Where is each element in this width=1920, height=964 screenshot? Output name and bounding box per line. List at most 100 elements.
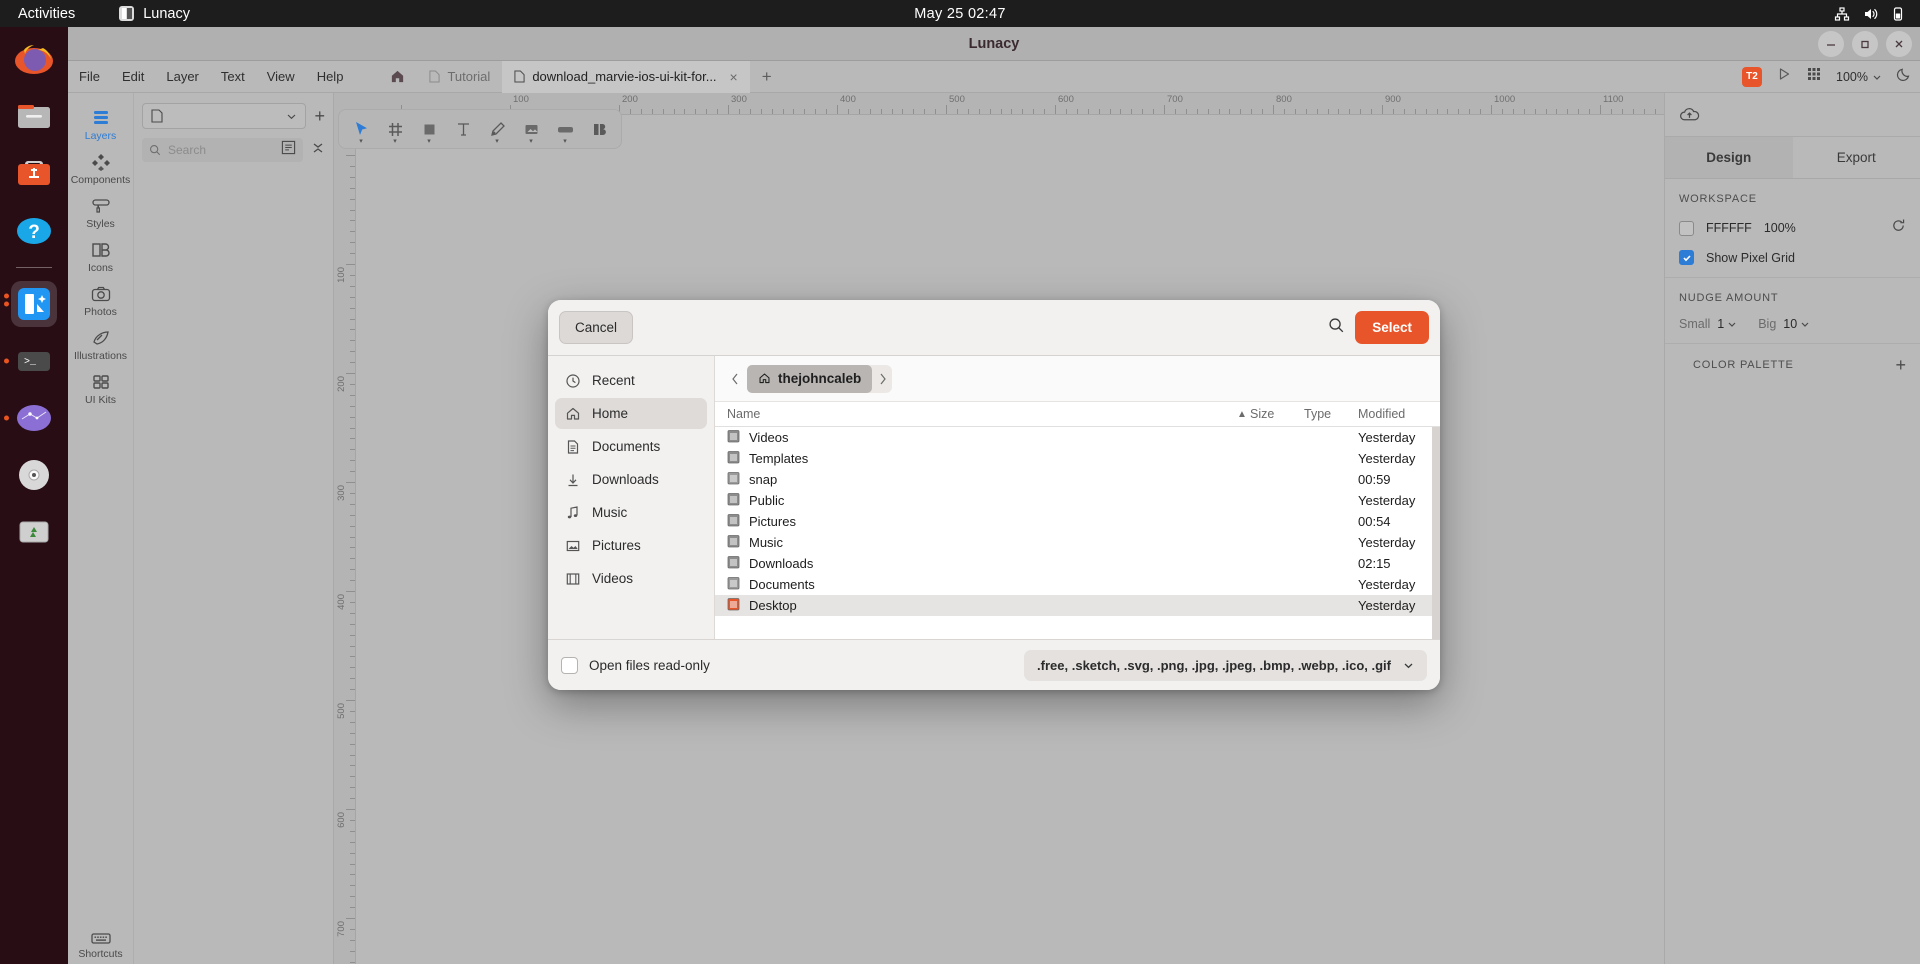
cloud-upload-button[interactable]	[1665, 93, 1920, 137]
refresh-icon[interactable]	[1891, 218, 1906, 238]
select-tool[interactable]: ▾	[347, 114, 375, 144]
sidebar-item-photos[interactable]: Photos	[70, 279, 132, 322]
sidebar-item-components[interactable]: Components	[70, 147, 132, 190]
places-item-home[interactable]: Home	[555, 398, 707, 429]
frame-tool[interactable]: ▾	[381, 114, 409, 144]
sidebar-item-layers[interactable]: Layers	[70, 103, 132, 146]
nudge-big-stepper[interactable]: 10	[1783, 317, 1810, 331]
menu-layer[interactable]: Layer	[155, 61, 210, 93]
sidebar-item-shortcuts[interactable]: Shortcuts	[70, 925, 132, 964]
shape-tool[interactable]: ▾	[415, 114, 443, 144]
vertical-scrollbar[interactable]	[1432, 427, 1440, 639]
file-list[interactable]: VideosYesterdayTemplatesYesterdaysnap00:…	[715, 427, 1440, 639]
select-button[interactable]: Select	[1355, 311, 1429, 344]
table-row[interactable]: snap00:59	[715, 469, 1440, 490]
breadcrumb-item-home[interactable]: thejohncaleb	[747, 365, 872, 393]
ruler-tick	[350, 286, 355, 287]
dock-item-lunacy[interactable]	[11, 281, 57, 327]
document-tab-tutorial[interactable]: Tutorial	[417, 61, 502, 93]
apps-grid-icon[interactable]	[1806, 66, 1822, 87]
menu-edit[interactable]: Edit	[111, 61, 155, 93]
minimize-button[interactable]	[1818, 31, 1844, 57]
places-item-pictures[interactable]: Pictures	[555, 530, 707, 561]
sidebar-item-styles[interactable]: Styles	[70, 191, 132, 234]
tab-export[interactable]: Export	[1793, 137, 1920, 178]
search-icon[interactable]	[1328, 317, 1345, 339]
file-type-filter[interactable]: .free, .sketch, .svg, .png, .jpg, .jpeg,…	[1024, 650, 1427, 681]
dock-item-ubuntu-software[interactable]	[11, 151, 57, 197]
search-input[interactable]: Search	[142, 138, 303, 162]
table-row[interactable]: TemplatesYesterday	[715, 448, 1440, 469]
tab-close-icon[interactable]: ×	[730, 69, 738, 85]
table-row[interactable]: Downloads02:15	[715, 553, 1440, 574]
readonly-checkbox[interactable]	[561, 657, 578, 674]
tab-design[interactable]: Design	[1665, 137, 1793, 178]
table-row[interactable]: DocumentsYesterday	[715, 574, 1440, 595]
button-tool[interactable]: ▾	[551, 114, 579, 144]
column-header-modified[interactable]: Modified	[1358, 407, 1440, 421]
dock-item-files[interactable]	[11, 94, 57, 140]
zoom-control[interactable]: 100%	[1836, 70, 1882, 84]
ruler-tick	[1349, 109, 1350, 114]
menu-help[interactable]: Help	[306, 61, 355, 93]
places-item-downloads[interactable]: Downloads	[555, 464, 707, 495]
workspace-color-value[interactable]: FFFFFF	[1706, 221, 1752, 235]
places-item-music[interactable]: Music	[555, 497, 707, 528]
table-row[interactable]: Pictures00:54	[715, 511, 1440, 532]
table-row[interactable]: PublicYesterday	[715, 490, 1440, 511]
sidebar-item-illustrations[interactable]: Illustrations	[70, 323, 132, 366]
activities-button[interactable]: Activities	[18, 6, 75, 22]
menu-view[interactable]: View	[256, 61, 306, 93]
dock-item-terminal[interactable]: >_	[11, 338, 57, 384]
menu-file[interactable]: File	[68, 61, 111, 93]
menu-text[interactable]: Text	[210, 61, 256, 93]
rail-label: Photos	[84, 306, 117, 318]
cancel-button[interactable]: Cancel	[559, 311, 633, 344]
page-select[interactable]	[142, 103, 306, 129]
filter-list-icon[interactable]	[281, 140, 296, 160]
dock-item-help[interactable]: ?	[11, 208, 57, 254]
places-item-documents[interactable]: Documents	[555, 431, 707, 462]
path-back-button[interactable]	[725, 366, 745, 392]
dock-item-graph-app[interactable]	[11, 395, 57, 441]
new-tab-button[interactable]: +	[750, 67, 784, 87]
dock-item-disc[interactable]	[11, 452, 57, 498]
add-page-button[interactable]: +	[314, 107, 325, 125]
column-header-name[interactable]: Name	[727, 407, 1234, 421]
column-header-type[interactable]: Type	[1304, 407, 1358, 421]
file-modified-cell: Yesterday	[1358, 493, 1440, 508]
status-badge[interactable]: T2	[1742, 67, 1762, 87]
close-button[interactable]	[1886, 31, 1912, 57]
moon-icon[interactable]	[1896, 66, 1912, 87]
image-tool[interactable]: ▾	[517, 114, 545, 144]
workspace-color-swatch[interactable]	[1679, 221, 1694, 236]
play-icon[interactable]	[1776, 66, 1792, 87]
pen-tool[interactable]: ▾	[483, 114, 511, 144]
nudge-small-stepper[interactable]: 1	[1717, 317, 1737, 331]
component-tool[interactable]	[585, 114, 613, 144]
picture-icon	[565, 538, 581, 554]
dock-item-firefox[interactable]	[11, 37, 57, 83]
places-item-videos[interactable]: Videos	[555, 563, 707, 594]
maximize-button[interactable]	[1852, 31, 1878, 57]
table-row[interactable]: DesktopYesterday	[715, 595, 1440, 616]
home-tab-button[interactable]	[378, 69, 417, 84]
clock[interactable]: May 25 02:47	[914, 6, 1005, 22]
table-row[interactable]: VideosYesterday	[715, 427, 1440, 448]
column-header-size[interactable]: Size	[1250, 407, 1304, 421]
dock-item-trash[interactable]	[11, 509, 57, 555]
add-color-button[interactable]: +	[1895, 356, 1906, 374]
document-tab-active[interactable]: download_marvie-ios-ui-kit-for... ×	[502, 61, 749, 93]
table-row[interactable]: MusicYesterday	[715, 532, 1440, 553]
workspace-opacity-value[interactable]: 100%	[1764, 221, 1796, 235]
ruler-tick	[350, 678, 355, 679]
text-tool[interactable]	[449, 114, 477, 144]
path-forward-button[interactable]	[872, 366, 892, 392]
pixel-grid-checkbox[interactable]	[1679, 250, 1694, 265]
app-menu-button[interactable]: Lunacy	[119, 6, 190, 22]
sidebar-item-icons[interactable]: Icons	[70, 235, 132, 278]
system-tray[interactable]	[1834, 6, 1906, 22]
collapse-icon[interactable]	[311, 141, 325, 160]
sidebar-item-ui-kits[interactable]: UI Kits	[70, 367, 132, 410]
places-item-recent[interactable]: Recent	[555, 365, 707, 396]
